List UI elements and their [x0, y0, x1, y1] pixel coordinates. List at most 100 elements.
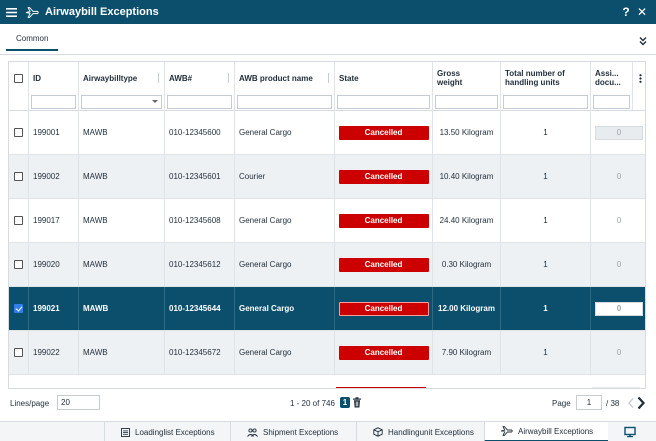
- filter-cell-state: [335, 94, 433, 111]
- trash-icon[interactable]: [352, 397, 362, 408]
- cell-product: General Cargo: [235, 199, 335, 242]
- filter-cell-weight: [433, 94, 501, 111]
- hamburger-icon[interactable]: [0, 0, 22, 24]
- cell-type: MAWB: [79, 287, 165, 330]
- lines-per-page-label: Lines/page: [10, 399, 50, 408]
- column-header-type[interactable]: Airwaybilltype: [79, 62, 165, 94]
- row-checkbox[interactable]: [14, 260, 23, 269]
- cell-id: 199002: [29, 155, 79, 198]
- filter-cell-assigned: [591, 94, 633, 111]
- window-taskbar: Loadinglist Exceptions Shipment Exceptio…: [0, 421, 656, 441]
- close-button[interactable]: ✕: [634, 0, 650, 24]
- cell-assigned: 0: [591, 287, 645, 330]
- cell-type: MAWB: [79, 243, 165, 286]
- table-row-selected[interactable]: 199021 MAWB 010-12345644 General Cargo C…: [9, 287, 645, 331]
- assigned-count: 0: [616, 216, 622, 225]
- column-header-state[interactable]: State: [335, 62, 433, 94]
- cell-assigned: 0: [591, 111, 645, 154]
- row-select-cell: [9, 111, 29, 154]
- cell-assigned: 0: [591, 155, 645, 198]
- cell-id: 199022: [29, 331, 79, 374]
- status-badge: Cancelled: [338, 301, 429, 316]
- cell-units: 1: [501, 331, 591, 374]
- filter-units-input[interactable]: [503, 95, 588, 109]
- pagination-bar: Lines/page 20 1 - 20 of 746 1 Page 1 / 3…: [0, 392, 656, 416]
- row-select-cell: [9, 287, 29, 330]
- table-row[interactable]: 199017 MAWB 010-12345608 General Cargo C…: [9, 199, 645, 243]
- column-header-weight[interactable]: Gross weight: [433, 62, 501, 94]
- cell-weight: 13.50 Kilogram: [433, 111, 501, 154]
- taskbar-tab-handlingunit[interactable]: Handlingunit Exceptions: [356, 422, 484, 441]
- filter-awb-input[interactable]: [167, 95, 232, 109]
- status-badge: Cancelled: [338, 345, 429, 360]
- cell-product: General Cargo: [235, 243, 335, 286]
- row-checkbox[interactable]: [14, 128, 23, 137]
- cell-state: Cancelled: [335, 111, 433, 154]
- chevron-left-icon[interactable]: [627, 397, 635, 409]
- row-checkbox-checked[interactable]: [14, 304, 23, 313]
- help-button[interactable]: ?: [618, 0, 634, 24]
- table-row[interactable]: 199001 MAWB 010-12345600 General Cargo C…: [9, 111, 645, 155]
- page-label: Page: [552, 399, 571, 408]
- filter-cell-id: [29, 94, 79, 111]
- chevron-right-icon[interactable]: [636, 396, 646, 410]
- cell-product: General Cargo: [235, 111, 335, 154]
- column-menu-icon[interactable]: [633, 62, 645, 94]
- window-title: Airwaybill Exceptions: [45, 6, 159, 18]
- cell-id: 199017: [29, 199, 79, 242]
- filter-state-input[interactable]: [337, 95, 430, 109]
- page-number-input[interactable]: 1: [576, 395, 602, 410]
- chevron-down-icon: [152, 100, 158, 103]
- table-row[interactable]: 199002 MAWB 010-12345601 Courier Cancell…: [9, 155, 645, 199]
- cell-state: Cancelled: [335, 199, 433, 242]
- cell-awb: 010-12345672: [165, 331, 235, 374]
- table-row[interactable]: 199022 MAWB 010-12345672 General Cargo C…: [9, 331, 645, 375]
- cell-awb: 010-12345612: [165, 243, 235, 286]
- cell-assigned: 0: [591, 199, 645, 242]
- cell-state: Cancelled: [335, 243, 433, 286]
- filter-assigned-input[interactable]: [593, 95, 630, 109]
- filter-cell-awb: [165, 94, 235, 111]
- filter-weight-input[interactable]: [435, 95, 498, 109]
- column-header-id[interactable]: ID: [29, 62, 79, 94]
- row-select-cell: [9, 243, 29, 286]
- column-header-awb[interactable]: AWB#: [165, 62, 235, 94]
- selected-count-badge: 1: [340, 397, 350, 408]
- taskbar-tab-airwaybill[interactable]: Airwaybill Exceptions: [484, 422, 608, 441]
- assigned-count: 0: [616, 260, 622, 269]
- column-header-product[interactable]: AWB product name: [235, 62, 335, 94]
- assigned-count: 0: [616, 172, 622, 181]
- column-header-units[interactable]: Total number of handling units: [501, 62, 591, 94]
- column-header-assigned[interactable]: Assi... docu...: [591, 62, 633, 94]
- cell-awb: 010-12345644: [165, 287, 235, 330]
- monitor-icon[interactable]: [624, 426, 636, 438]
- double-chevron-down-icon[interactable]: [638, 36, 648, 46]
- assigned-count: 0: [595, 301, 643, 316]
- filter-product-input[interactable]: [237, 95, 332, 109]
- table-row[interactable]: 199020 MAWB 010-12345612 General Cargo C…: [9, 243, 645, 287]
- cell-awb: 010-12345600: [165, 111, 235, 154]
- tab-common[interactable]: Common: [6, 34, 59, 51]
- cell-type: MAWB: [79, 111, 165, 154]
- filter-type-dropdown[interactable]: [81, 95, 162, 109]
- cell-weight: 0.30 Kilogram: [433, 243, 501, 286]
- taskbar-tab-label: Loadinglist Exceptions: [135, 427, 215, 437]
- status-badge: Cancelled: [338, 213, 429, 228]
- airwaybill-grid: ID Airwaybilltype AWB# AWB product name …: [8, 61, 646, 389]
- filter-cell-units: [501, 94, 591, 111]
- row-select-cell: [9, 155, 29, 198]
- row-checkbox[interactable]: [14, 172, 23, 181]
- taskbar-tab-shipment[interactable]: Shipment Exceptions: [230, 422, 356, 441]
- cell-state: Cancelled: [335, 155, 433, 198]
- lines-per-page-input[interactable]: 20: [57, 395, 100, 410]
- filter-id-input[interactable]: [31, 95, 76, 109]
- cell-weight: 24.40 Kilogram: [433, 199, 501, 242]
- cell-units: 1: [501, 243, 591, 286]
- cell-awb: 010-12345601: [165, 155, 235, 198]
- row-checkbox[interactable]: [14, 216, 23, 225]
- select-all-checkbox[interactable]: [14, 73, 23, 83]
- taskbar-tab-loadinglist[interactable]: Loadinglist Exceptions: [104, 422, 230, 441]
- assigned-count: 0: [595, 125, 643, 140]
- tab-bar: Common: [0, 24, 656, 55]
- row-checkbox[interactable]: [14, 348, 23, 357]
